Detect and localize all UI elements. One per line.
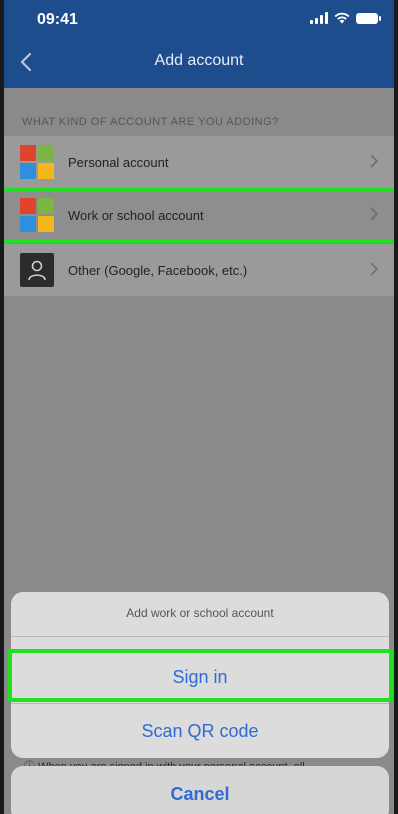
battery-icon <box>356 12 381 24</box>
cancel-button[interactable]: Cancel <box>11 766 389 814</box>
chevron-right-icon <box>370 262 378 276</box>
page-title: Add account <box>154 52 244 69</box>
chevron-right-icon <box>370 154 378 168</box>
sign-in-button[interactable]: Sign in <box>11 651 389 703</box>
action-sheet: Add work or school account Sign in Scan … <box>11 592 389 758</box>
person-icon <box>20 253 54 287</box>
phone-screen: 09:41 Add account WHAT KIND OF ACCOUNT A… <box>4 0 394 814</box>
account-option-other[interactable]: Other (Google, Facebook, etc.) <box>4 244 394 296</box>
microsoft-logo-icon <box>20 145 54 179</box>
wifi-icon <box>334 12 350 24</box>
account-option-work-school[interactable]: Work or school account <box>4 189 394 241</box>
chevron-right-icon <box>370 207 378 221</box>
account-option-label: Personal account <box>68 154 169 170</box>
account-option-personal[interactable]: Personal account <box>4 136 394 188</box>
divider <box>11 703 389 704</box>
account-option-label: Work or school account <box>68 207 204 223</box>
status-time: 09:41 <box>37 11 78 28</box>
divider <box>68 241 394 242</box>
divider <box>11 636 389 637</box>
section-header: WHAT KIND OF ACCOUNT ARE YOU ADDING? <box>22 116 279 128</box>
action-sheet-title: Add work or school account <box>126 606 274 620</box>
top-bar: 09:41 Add account <box>4 0 394 88</box>
status-icons <box>310 12 381 24</box>
account-option-label: Other (Google, Facebook, etc.) <box>68 262 248 278</box>
scan-qr-code-button[interactable]: Scan QR code <box>11 705 389 757</box>
cellular-signal-icon <box>310 12 328 24</box>
microsoft-logo-icon <box>20 198 54 232</box>
